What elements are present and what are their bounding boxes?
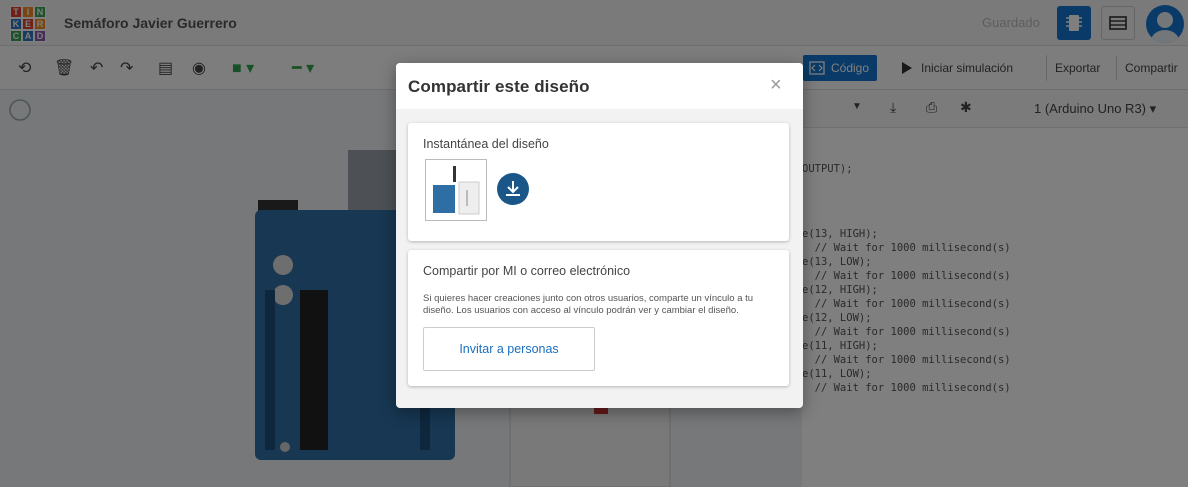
invite-people-button[interactable]: Invitar a personas	[423, 327, 595, 371]
share-description: Si quieres hacer creaciones junto con ot…	[423, 293, 754, 316]
design-thumbnail[interactable]	[425, 159, 487, 221]
snapshot-title: Instantánea del diseño	[423, 137, 549, 151]
share-design-dialog: Compartir este diseño × Instantánea del …	[396, 63, 803, 408]
snapshot-card: Instantánea del diseño	[408, 123, 789, 241]
thumbnail-image	[433, 166, 480, 215]
dialog-header: Compartir este diseño ×	[396, 63, 803, 109]
download-icon	[506, 181, 520, 196]
share-by-email-card: Compartir por MI o correo electrónico Si…	[408, 250, 789, 386]
share-title: Compartir por MI o correo electrónico	[423, 264, 631, 278]
download-snapshot-button[interactable]	[497, 173, 529, 205]
close-icon[interactable]: ×	[770, 75, 782, 95]
dialog-title: Compartir este diseño	[408, 77, 590, 96]
